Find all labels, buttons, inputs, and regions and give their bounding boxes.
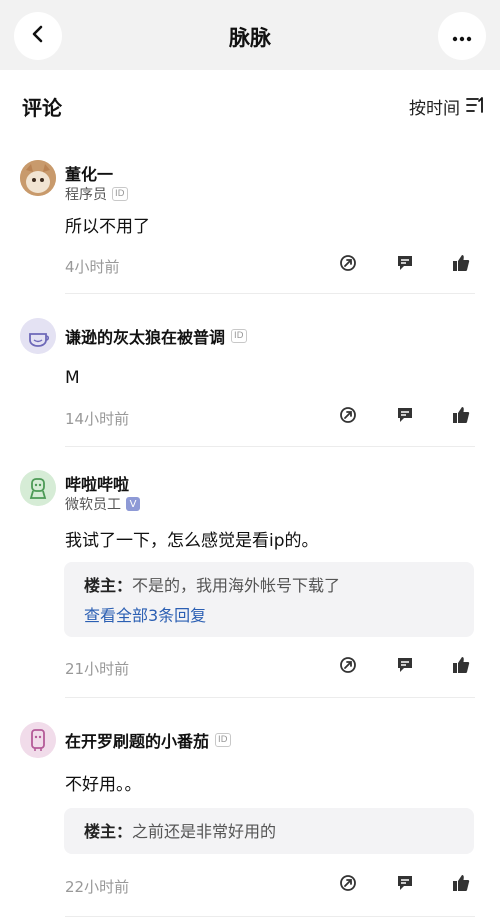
thumbs-up-icon [452,254,470,276]
view-all-replies-link[interactable]: 查看全部3条回复 [84,602,206,626]
section-title: 评论 [22,96,62,120]
avatar[interactable] [20,470,56,506]
user-title: 微软员工 V [65,494,140,514]
reply-preview[interactable]: 楼主：不是的，我用海外帐号下载了 查看全部3条回复 [64,562,474,637]
timestamp: 4小时前 [65,258,120,276]
user-title-text: 程序员 [65,187,107,203]
share-icon [339,656,357,678]
reply-button[interactable] [394,406,416,428]
more-button[interactable] [438,12,486,60]
share-icon [339,254,357,276]
reply-author: 楼主： [84,822,133,841]
avatar[interactable] [20,160,56,196]
comment-icon [396,656,414,678]
thumbs-up-icon [452,406,470,428]
reply-button[interactable] [394,254,416,276]
comment-text: 我试了一下，怎么感觉是看ip的。 [65,531,319,551]
like-button[interactable] [450,656,472,678]
comment-text: 不好用。。 [65,775,142,795]
username[interactable]: 在开罗刷题的小番茄 [65,728,209,752]
reply-author: 楼主： [84,576,133,595]
like-button[interactable] [450,254,472,276]
share-button[interactable] [337,656,359,678]
avatar[interactable] [20,722,56,758]
thumbs-up-icon [452,874,470,896]
reply-preview[interactable]: 楼主：之前还是非常好用的 [64,808,474,854]
reply-button[interactable] [394,874,416,896]
id-badge: ID [231,329,247,343]
avatar[interactable] [20,318,56,354]
thumbs-up-icon [452,656,470,678]
username[interactable]: 谦逊的灰太狼在被普调 [65,324,225,348]
comment-text: 所以不用了 [65,217,150,237]
comment-icon [396,406,414,428]
reply-button[interactable] [394,656,416,678]
id-badge: ID [112,187,128,201]
comments-header: 评论 按时间 [0,70,500,140]
divider [65,697,475,698]
comment-item: 谦逊的灰太狼在被普调 ID M 14小时前 [0,318,500,448]
sort-icon [466,96,486,118]
sort-button[interactable]: 按时间 [409,94,486,119]
user-title-text: 微软员工 [65,497,121,513]
timestamp: 21小时前 [65,660,130,678]
page-title: 脉脉 [229,26,271,50]
id-badge: ID [215,733,231,747]
timestamp: 14小时前 [65,410,130,428]
comment-item: 董化一 程序员 ID 所以不用了 4小时前 [0,160,500,295]
comment-icon [396,254,414,276]
like-button[interactable] [450,874,472,896]
share-icon [339,406,357,428]
like-button[interactable] [450,406,472,428]
reply-text: 不是的，我用海外帐号下载了 [132,576,341,595]
divider [65,916,475,917]
share-button[interactable] [337,406,359,428]
divider [65,293,475,294]
share-button[interactable] [337,874,359,896]
comment-item: 在开罗刷题的小番茄 ID 不好用。。 楼主：之前还是非常好用的 22小时前 [0,722,500,919]
more-horizontal-icon [452,27,472,46]
sort-label: 按时间 [409,99,460,119]
share-icon [339,874,357,896]
comment-text: M [65,368,80,388]
username[interactable]: 哔啦哔啦 [65,471,129,495]
reply-text: 之前还是非常好用的 [132,822,277,841]
user-title: 程序员 ID [65,184,128,204]
comment-icon [396,874,414,896]
divider [65,446,475,447]
comment-item: 哔啦哔啦 微软员工 V 我试了一下，怎么感觉是看ip的。 楼主：不是的，我用海外… [0,470,500,698]
username[interactable]: 董化一 [65,161,113,185]
top-bar: 脉脉 [0,0,500,70]
timestamp: 22小时前 [65,878,130,896]
share-button[interactable] [337,254,359,276]
verified-badge: V [126,497,140,511]
